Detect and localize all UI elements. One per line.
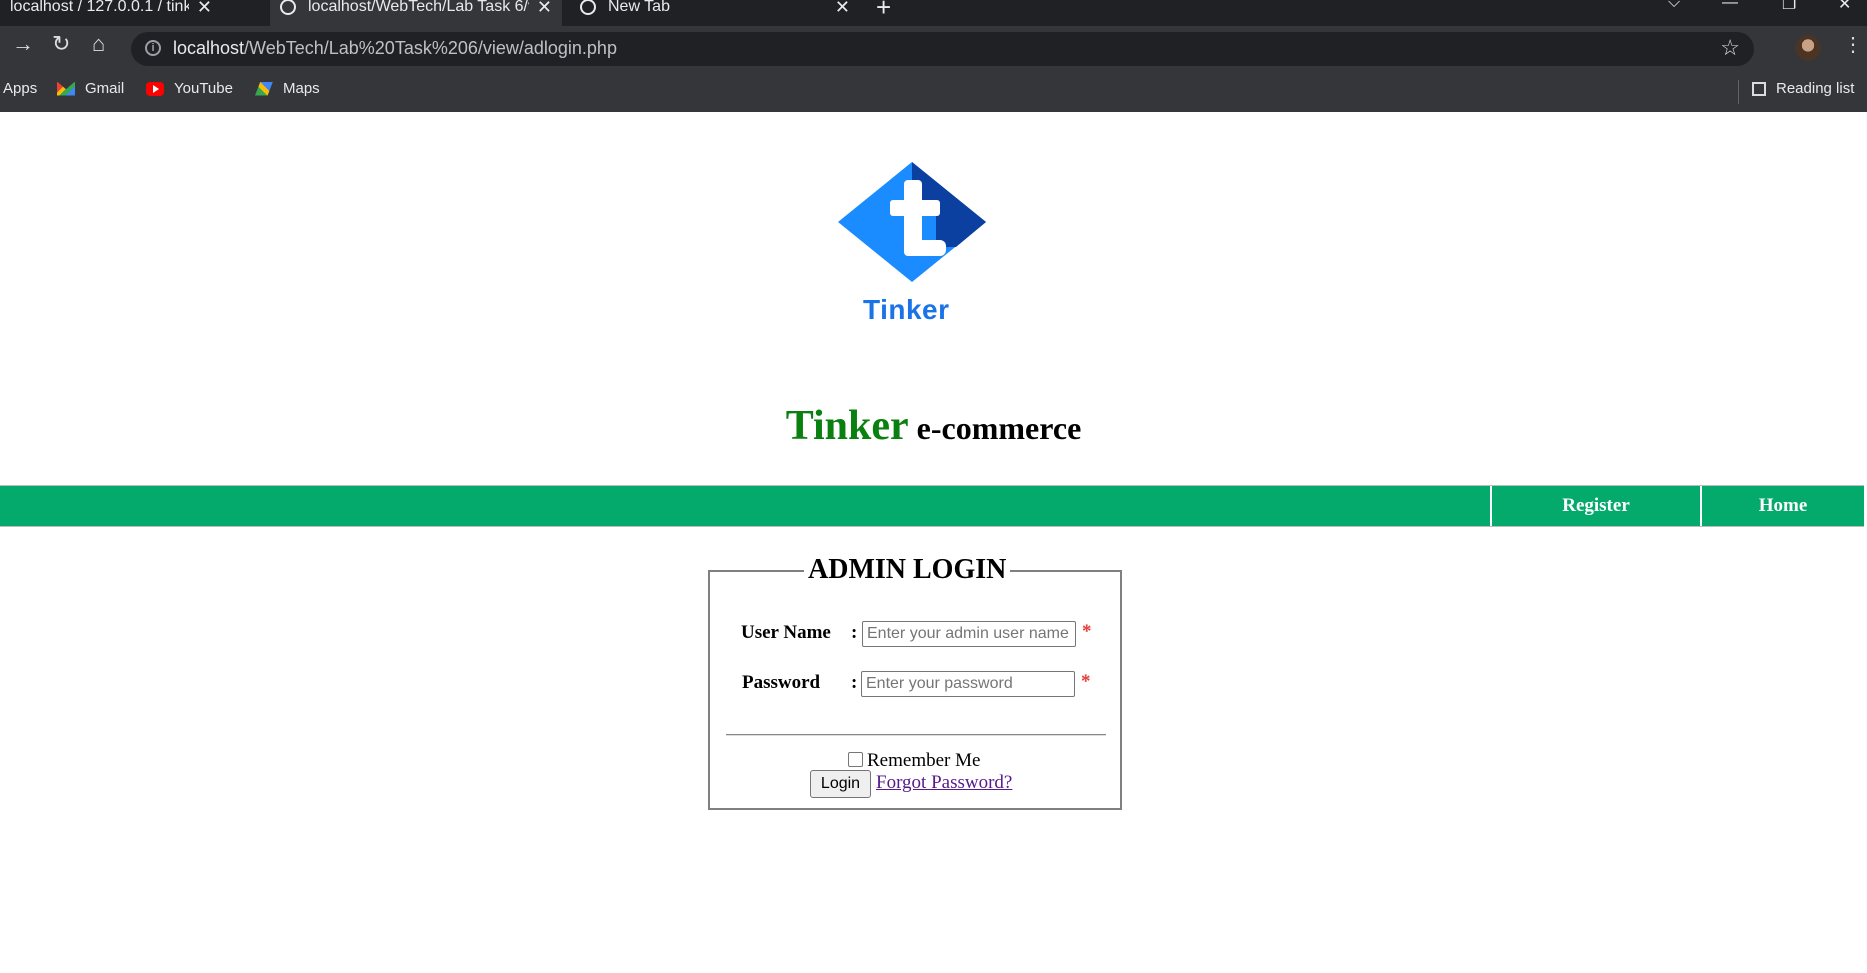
login-button[interactable]: Login bbox=[810, 770, 871, 798]
password-input[interactable] bbox=[861, 671, 1075, 697]
remember-me-label: Remember Me bbox=[867, 750, 981, 771]
page-title: Tinker e-commerce bbox=[0, 402, 1867, 450]
bookmark-label: YouTube bbox=[174, 80, 233, 97]
form-legend: ADMIN LOGIN bbox=[804, 554, 1011, 586]
navbar: Register Home bbox=[0, 485, 1864, 527]
bookmarks-bar: Apps Gmail YouTube Maps Reading list bbox=[0, 72, 1867, 113]
brand-subtitle: e-commerce bbox=[916, 410, 1082, 446]
home-link[interactable]: Home bbox=[1700, 486, 1864, 526]
bookmark-maps[interactable]: Maps bbox=[255, 80, 320, 97]
password-label: Password bbox=[742, 672, 821, 693]
password-colon: : bbox=[851, 672, 858, 693]
window-close-icon[interactable]: ✕ bbox=[1838, 0, 1851, 14]
restore-icon[interactable]: ❐ bbox=[1782, 0, 1796, 14]
address-bar[interactable]: i localhost/WebTech/Lab%20Task%206/view/… bbox=[131, 32, 1754, 66]
globe-icon bbox=[280, 0, 296, 15]
close-icon[interactable]: ✕ bbox=[197, 0, 212, 18]
username-input[interactable] bbox=[862, 621, 1076, 647]
url-path: /WebTech/Lab%20Task%206/view/adlogin.php bbox=[244, 38, 617, 58]
youtube-icon bbox=[146, 81, 164, 96]
page-content: Tinker Tinker e-commerce Register Home AD… bbox=[0, 112, 1867, 973]
reading-list-button[interactable]: Reading list bbox=[1752, 80, 1854, 97]
remember-me[interactable]: Remember Me bbox=[848, 750, 980, 772]
bookmark-label: Gmail bbox=[85, 80, 125, 97]
close-icon[interactable]: ✕ bbox=[835, 0, 850, 18]
admin-login-form: ADMIN LOGIN User Name : * Password : * R… bbox=[708, 554, 1122, 810]
reading-list-icon bbox=[1752, 81, 1766, 96]
chrome-icon bbox=[580, 0, 596, 15]
password-required-mark: * bbox=[1081, 671, 1091, 692]
tab-phpmyadmin[interactable]: localhost / 127.0.0.1 / tinker / tin ✕ bbox=[0, 0, 222, 26]
bookmark-label: Apps bbox=[3, 80, 38, 97]
bookmark-label: Maps bbox=[283, 80, 320, 97]
brand-name: Tinker bbox=[785, 403, 909, 449]
tab-title: localhost / 127.0.0.1 / tinker / tin bbox=[10, 0, 189, 15]
reading-list-label: Reading list bbox=[1776, 80, 1855, 97]
tab-search-icon[interactable]: ⌵ bbox=[1668, 0, 1680, 12]
form-divider bbox=[726, 734, 1106, 736]
tab-adlogin[interactable]: localhost/WebTech/Lab Task 6/vi ✕ bbox=[270, 0, 562, 26]
logo-t-bar bbox=[890, 200, 940, 216]
gmail-icon bbox=[57, 81, 75, 96]
username-required-mark: * bbox=[1082, 621, 1092, 642]
url-text[interactable]: localhost/WebTech/Lab%20Task%206/view/ad… bbox=[173, 38, 617, 59]
bookmark-youtube[interactable]: YouTube bbox=[146, 80, 233, 97]
reload-icon[interactable]: ↻ bbox=[52, 31, 70, 57]
close-icon[interactable]: ✕ bbox=[537, 0, 552, 18]
tab-strip: localhost / 127.0.0.1 / tinker / tin ✕ l… bbox=[0, 0, 1867, 26]
more-menu-icon[interactable]: ⋮ bbox=[1843, 32, 1863, 57]
forward-icon[interactable]: → bbox=[12, 31, 34, 57]
minimize-icon[interactable]: — bbox=[1722, 0, 1738, 12]
logo-t-hook bbox=[912, 240, 946, 256]
bookmark-gmail[interactable]: Gmail bbox=[57, 80, 124, 97]
divider bbox=[1738, 80, 1739, 104]
maps-icon bbox=[255, 81, 273, 96]
home-icon[interactable]: ⌂ bbox=[92, 31, 105, 57]
url-host: localhost bbox=[173, 38, 245, 58]
logo-text: Tinker bbox=[863, 294, 950, 325]
info-icon[interactable]: i bbox=[145, 40, 161, 56]
new-tab-button[interactable]: + bbox=[876, 0, 891, 23]
browser-toolbar: → ↻ ⌂ i localhost/WebTech/Lab%20Task%206… bbox=[0, 26, 1867, 72]
forgot-password-link[interactable]: Forgot Password? bbox=[876, 772, 1012, 794]
tab-title: New Tab bbox=[608, 0, 670, 15]
register-link[interactable]: Register bbox=[1490, 486, 1700, 526]
username-label: User Name bbox=[741, 622, 831, 643]
username-colon: : bbox=[851, 622, 858, 643]
avatar[interactable] bbox=[1795, 35, 1821, 61]
remember-me-checkbox[interactable] bbox=[848, 751, 863, 767]
bookmark-apps[interactable]: Apps bbox=[3, 80, 37, 97]
tab-title: localhost/WebTech/Lab Task 6/vi bbox=[308, 0, 529, 15]
tab-new-tab[interactable]: New Tab ✕ bbox=[570, 0, 860, 26]
bookmark-star-icon[interactable]: ☆ bbox=[1720, 35, 1740, 61]
